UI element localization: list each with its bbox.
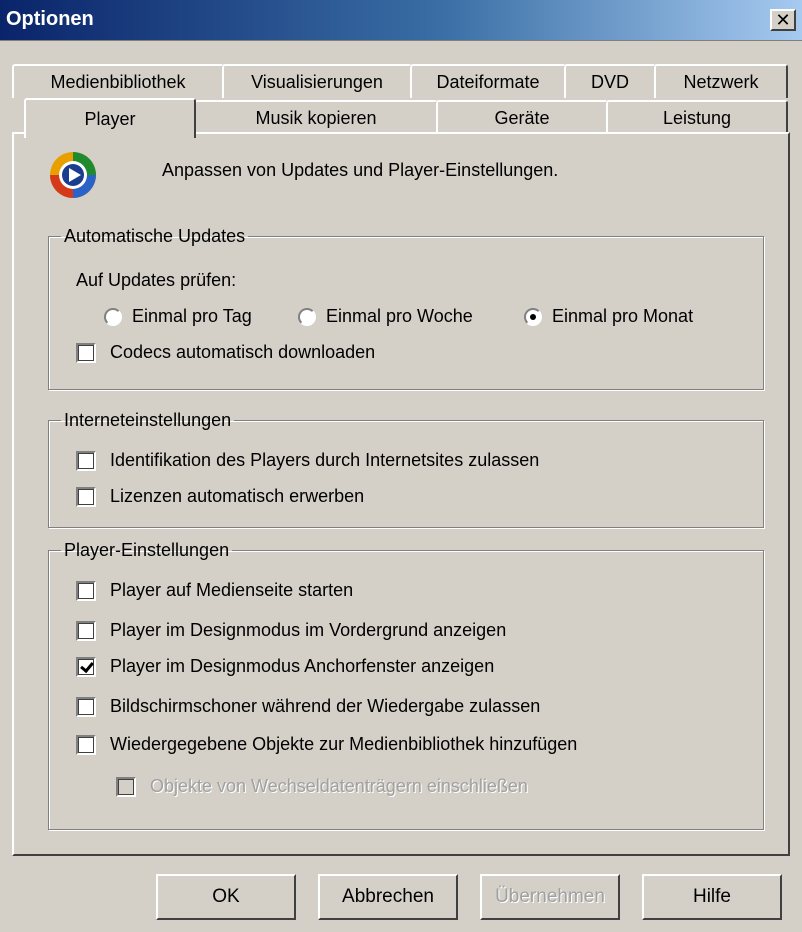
checkbox-licenses[interactable]: Lizenzen automatisch erwerben	[76, 486, 364, 507]
radio-monthly[interactable]: Einmal pro Monat	[524, 306, 693, 327]
tab-label: Musik kopieren	[255, 107, 377, 128]
tab-medienbibliothek[interactable]: Medienbibliothek	[12, 64, 224, 98]
cancel-button-label: Abbrechen	[342, 886, 434, 907]
intro-text: Anpassen von Updates und Player-Einstell…	[162, 160, 559, 180]
radio-weekly-label: Einmal pro Woche	[326, 306, 473, 326]
radio-daily-label: Einmal pro Tag	[132, 306, 252, 326]
tab-label: Geräte	[494, 107, 550, 128]
tab-visualisierungen[interactable]: Visualisierungen	[222, 64, 412, 98]
radio-weekly-input[interactable]	[298, 307, 316, 326]
checkbox-start-media[interactable]: Player auf Medienseite starten	[76, 580, 353, 601]
tab-label: Leistung	[662, 107, 732, 128]
checkbox-add-items-box[interactable]	[76, 734, 96, 755]
radio-weekly[interactable]: Einmal pro Woche	[298, 306, 473, 327]
checkbox-add-items[interactable]: Wiedergegebene Objekte zur Medienbibliot…	[76, 734, 577, 755]
radio-daily[interactable]: Einmal pro Tag	[104, 306, 252, 327]
checkbox-anchor-box[interactable]	[76, 656, 96, 677]
checkbox-start-media-label: Player auf Medienseite starten	[110, 580, 354, 600]
checkbox-anchor[interactable]: Player im Designmodus Anchorfenster anze…	[76, 656, 494, 677]
checkbox-codecs[interactable]: Codecs automatisch downloaden	[76, 342, 375, 363]
close-icon: ✕	[775, 10, 791, 30]
checkbox-codecs-box[interactable]	[76, 342, 96, 363]
group-legend: Automatische Updates	[64, 226, 246, 246]
checkbox-anchor-label: Player im Designmodus Anchorfenster anze…	[110, 656, 495, 676]
tab-player[interactable]: Player	[24, 98, 196, 138]
checkbox-removable-media-box	[116, 776, 136, 797]
checkbox-licenses-label: Lizenzen automatisch erwerben	[110, 486, 365, 506]
tab-leistung[interactable]: Leistung	[606, 100, 788, 134]
checkbox-foreground-label: Player im Designmodus im Vordergrund anz…	[110, 620, 507, 640]
checkbox-identification-label: Identifikation des Players durch Interne…	[110, 450, 540, 470]
checkbox-removable-media-label: Objekte von Wechseldatenträgern einschli…	[150, 776, 528, 796]
checkbox-identification-box[interactable]	[76, 450, 96, 471]
tab-label: Netzwerk	[683, 71, 759, 92]
radio-daily-input[interactable]	[104, 307, 122, 326]
checkbox-screensaver-label: Bildschirmschoner während der Wiedergabe…	[110, 696, 541, 716]
help-button[interactable]: Hilfe	[642, 874, 782, 920]
tab-dvd[interactable]: DVD	[564, 64, 656, 98]
apply-button-label: Übernehmen	[495, 886, 605, 907]
close-button[interactable]: ✕	[770, 9, 796, 31]
group-legend: Interneteinstellungen	[64, 410, 232, 430]
check-updates-text: Auf Updates prüfen:	[76, 270, 237, 290]
checkbox-foreground[interactable]: Player im Designmodus im Vordergrund anz…	[76, 620, 506, 641]
tab-label: Player	[84, 108, 136, 129]
tab-netzwerk[interactable]: Netzwerk	[654, 64, 788, 98]
title-bar: Optionen ✕	[0, 0, 802, 41]
cancel-button[interactable]: Abbrechen	[318, 874, 458, 920]
radio-monthly-label: Einmal pro Monat	[552, 306, 694, 326]
checkbox-add-items-label: Wiedergegebene Objekte zur Medienbibliot…	[110, 734, 578, 754]
tab-musik-kopieren[interactable]: Musik kopieren	[194, 100, 438, 134]
checkbox-screensaver-box[interactable]	[76, 696, 96, 717]
checkbox-start-media-box[interactable]	[76, 580, 96, 601]
checkbox-screensaver[interactable]: Bildschirmschoner während der Wiedergabe…	[76, 696, 540, 717]
checkbox-foreground-box[interactable]	[76, 620, 96, 641]
apply-button: Übernehmen	[480, 874, 620, 920]
check-updates-label: Auf Updates prüfen:	[76, 270, 236, 291]
ok-button[interactable]: OK	[156, 874, 296, 920]
checkbox-removable-media: Objekte von Wechseldatenträgern einschli…	[116, 776, 528, 797]
radio-monthly-input[interactable]	[524, 307, 542, 326]
windows-media-player-icon	[48, 150, 98, 200]
checkbox-codecs-label: Codecs automatisch downloaden	[110, 342, 376, 362]
tab-label: DVD	[590, 71, 629, 92]
checkbox-identification[interactable]: Identifikation des Players durch Interne…	[76, 450, 539, 471]
tab-geraete[interactable]: Geräte	[436, 100, 608, 134]
tab-dateiformate[interactable]: Dateiformate	[410, 64, 566, 98]
group-legend: Player-Einstellungen	[64, 540, 230, 560]
ok-button-label: OK	[212, 886, 240, 907]
help-button-label: Hilfe	[692, 886, 731, 907]
tab-label: Visualisierungen	[251, 71, 383, 92]
tab-label: Dateiformate	[436, 71, 540, 92]
window-title: Optionen	[6, 8, 94, 30]
tab-label: Medienbibliothek	[50, 71, 186, 92]
checkbox-licenses-box[interactable]	[76, 486, 96, 507]
